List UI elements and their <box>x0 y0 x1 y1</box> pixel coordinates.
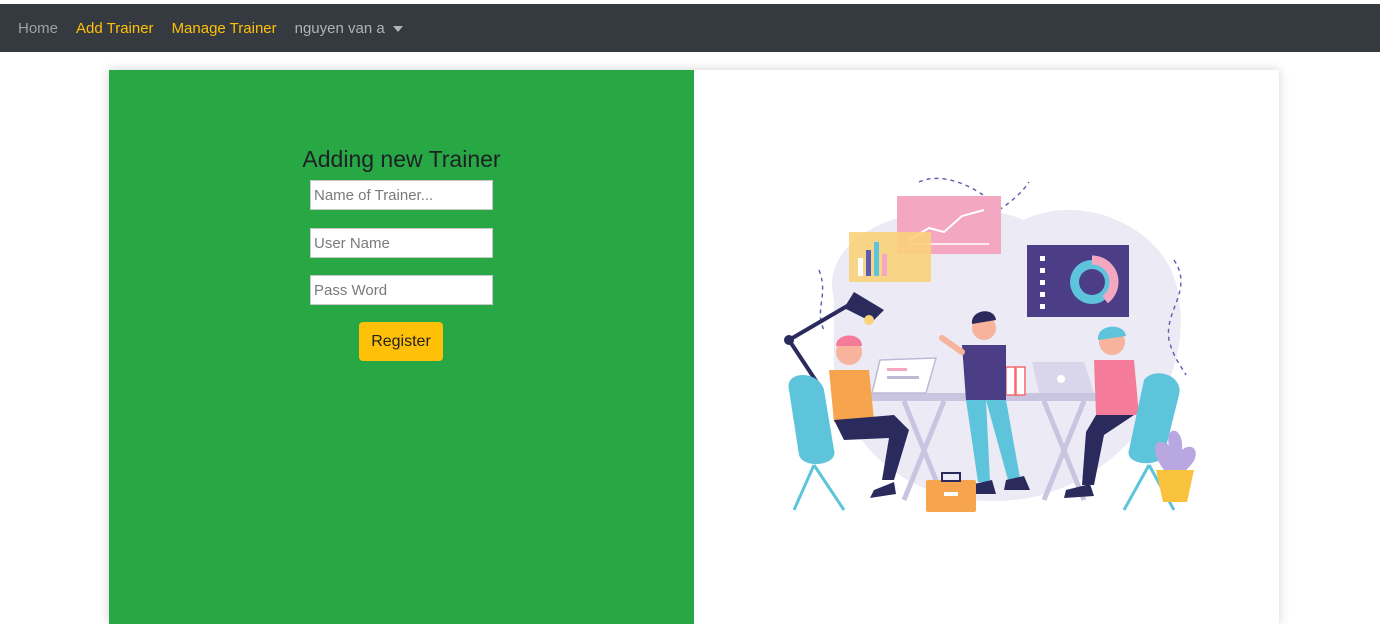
nav-home-link[interactable]: Home <box>18 20 58 37</box>
caret-down-icon <box>392 26 403 32</box>
nav-manage-trainer-link[interactable]: Manage Trainer <box>172 20 277 37</box>
user-dropdown-toggle[interactable]: nguyen van a <box>295 20 403 37</box>
nav-add-trainer-link[interactable]: Add Trainer <box>76 20 154 37</box>
register-button[interactable]: Register <box>359 322 443 361</box>
add-trainer-card: Adding new Trainer Register <box>109 70 1279 624</box>
username-input[interactable] <box>310 228 493 258</box>
top-navbar: Home Add Trainer Manage Trainer nguyen v… <box>0 0 1380 52</box>
trainer-name-input[interactable] <box>310 180 493 210</box>
user-name: nguyen van a <box>294 19 385 37</box>
team-working-illustration <box>784 177 1196 512</box>
illustration-panel <box>694 70 1279 624</box>
password-input[interactable] <box>310 275 493 305</box>
form-panel: Adding new Trainer Register <box>109 70 694 624</box>
form-title: Adding new Trainer <box>302 146 501 172</box>
